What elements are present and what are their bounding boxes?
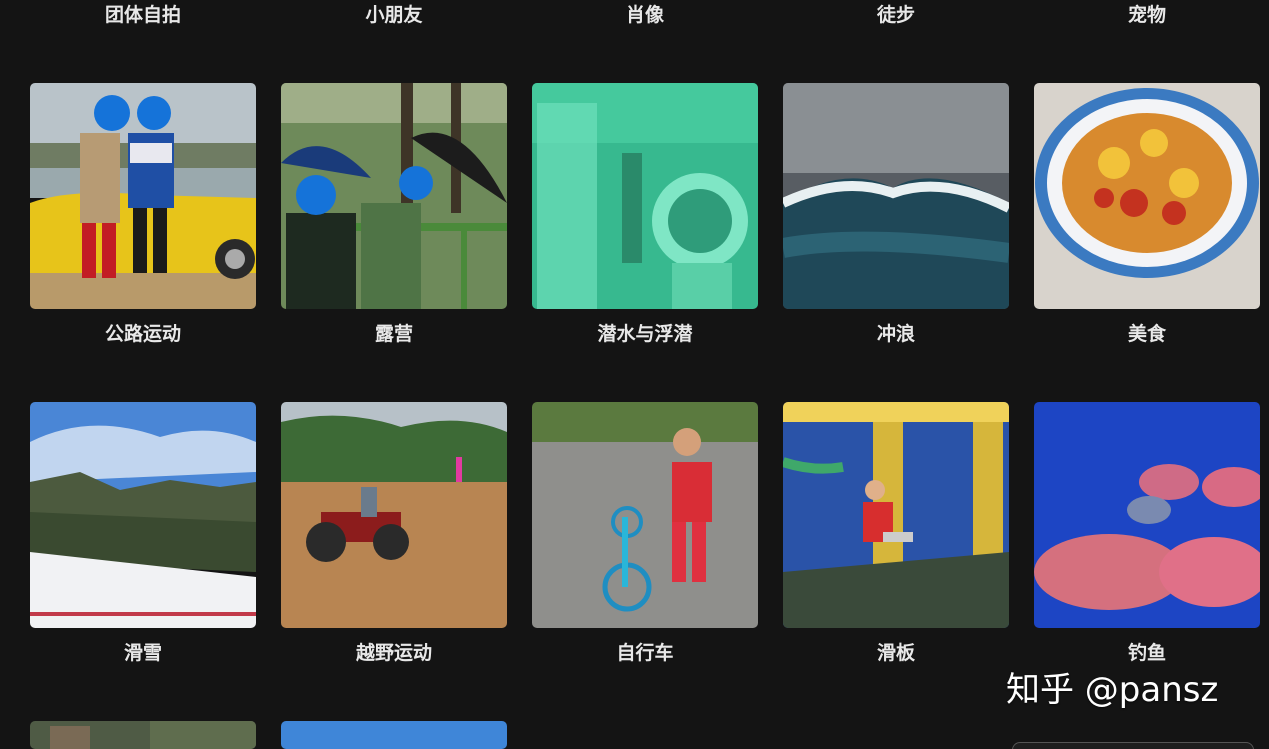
category-thumbnail-skateboard[interactable] (783, 402, 1009, 628)
category-label-pets[interactable]: 宠物 (1034, 3, 1260, 27)
category-label-offroad[interactable]: 越野运动 (281, 641, 507, 665)
skiing-image (30, 402, 256, 628)
photo-category-grid: 团体自拍 小朋友 肖像 徒步 宠物 公路运动 露营 潜水与浮潜 冲浪 美食 滑雪… (0, 0, 1269, 749)
category-label-skateboard[interactable]: 滑板 (783, 641, 1009, 665)
category-label-group-selfie[interactable]: 团体自拍 (30, 3, 256, 27)
road-sports-image (30, 83, 256, 309)
offroad-image (281, 402, 507, 628)
category-thumbnail-partial-2[interactable] (281, 721, 507, 749)
category-label-road-sports[interactable]: 公路运动 (30, 322, 256, 346)
category-label-diving[interactable]: 潜水与浮潜 (532, 322, 758, 346)
food-image (1034, 83, 1260, 309)
category-thumbnail-food[interactable] (1034, 83, 1260, 309)
category-label-skiing[interactable]: 滑雪 (30, 641, 256, 665)
diving-image (532, 83, 758, 309)
partial-image-1 (30, 721, 256, 749)
category-thumbnail-diving[interactable] (532, 83, 758, 309)
category-label-kids[interactable]: 小朋友 (281, 3, 507, 27)
category-label-food[interactable]: 美食 (1034, 322, 1260, 346)
category-thumbnail-surfing[interactable] (783, 83, 1009, 309)
category-thumbnail-offroad[interactable] (281, 402, 507, 628)
overlay-pill (1012, 742, 1254, 749)
category-label-surfing[interactable]: 冲浪 (783, 322, 1009, 346)
category-thumbnail-cycling[interactable] (532, 402, 758, 628)
category-thumbnail-camping[interactable] (281, 83, 507, 309)
category-thumbnail-road-sports[interactable] (30, 83, 256, 309)
category-thumbnail-skiing[interactable] (30, 402, 256, 628)
category-label-portrait[interactable]: 肖像 (532, 3, 758, 27)
watermark-text: 知乎 @pansz (1006, 670, 1219, 710)
cycling-image (532, 402, 758, 628)
fishing-image (1034, 402, 1260, 628)
category-label-hiking[interactable]: 徒步 (783, 3, 1009, 27)
category-thumbnail-fishing[interactable] (1034, 402, 1260, 628)
category-label-cycling[interactable]: 自行车 (532, 641, 758, 665)
category-label-fishing[interactable]: 钓鱼 (1034, 641, 1260, 665)
category-label-camping[interactable]: 露营 (281, 322, 507, 346)
partial-image-2 (281, 721, 507, 749)
category-thumbnail-partial-1[interactable] (30, 721, 256, 749)
surfing-image (783, 83, 1009, 309)
camping-image (281, 83, 507, 309)
skateboard-image (783, 402, 1009, 628)
